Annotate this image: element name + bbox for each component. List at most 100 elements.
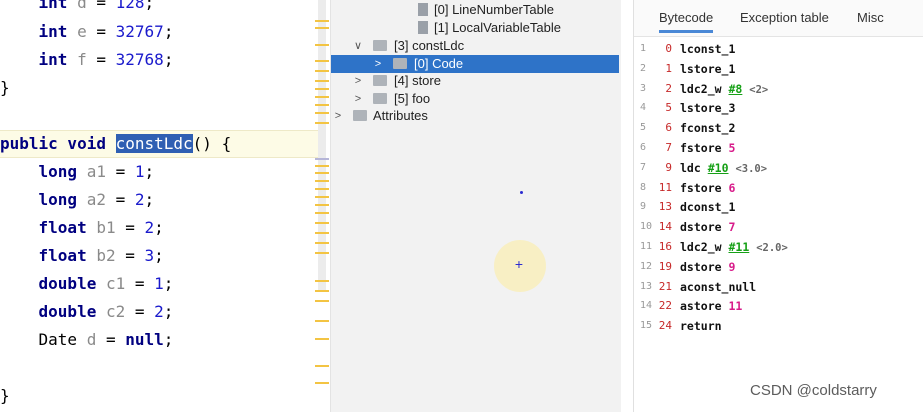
panel-tabs: Bytecode Exception table Misc	[634, 0, 923, 37]
folder-icon	[373, 93, 387, 104]
line-number: 13	[640, 280, 653, 292]
opcode: dstore	[680, 259, 722, 274]
bytecode-row[interactable]: 1 0 lconst_1	[634, 39, 923, 59]
code-line: float b2 = 3;	[38, 246, 164, 265]
folder-icon	[393, 58, 407, 69]
bytecode-row[interactable]: 10 14 dstore 7	[634, 217, 923, 237]
bytecode-instruction: ldc2_w #8 <2>	[680, 79, 768, 100]
line-number: 8	[640, 181, 647, 193]
opcode: ldc	[680, 160, 701, 175]
operand: 6	[728, 180, 736, 195]
selected-method-name[interactable]: constLdc	[115, 134, 193, 153]
bytecode-row[interactable]: 13 21 aconst_null	[634, 277, 923, 297]
watermark: CSDN @coldstarry	[750, 382, 877, 399]
class-structure-tree[interactable]: [0] LineNumberTable [1] LocalVariableTab…	[330, 0, 621, 412]
code-line: }	[0, 78, 10, 97]
bytecode-instruction: ldc #10 <3.0>	[680, 158, 767, 179]
bytecode-offset: 9	[665, 160, 672, 174]
line-number: 12	[640, 260, 653, 272]
bytecode-instruction: fstore 6	[680, 178, 735, 198]
tab-misc[interactable]: Misc	[857, 10, 884, 25]
line-number: 1	[640, 43, 647, 54]
bytecode-row[interactable]: 11 16 ldc2_w #11 <2.0>	[634, 237, 923, 257]
bytecode-row[interactable]: 4 5 lstore_3	[634, 98, 923, 118]
opcode: ldc2_w	[680, 240, 722, 254]
opcode: lconst_1	[680, 42, 736, 56]
code-line: long a1 = 1;	[38, 162, 155, 181]
editor-marker-gutter[interactable]	[312, 0, 330, 412]
line-number: 9	[640, 201, 647, 213]
bytecode-instruction: lconst_1	[680, 39, 735, 59]
chevron-right-icon[interactable]: >	[351, 90, 365, 108]
bytecode-row[interactable]: 14 22 astore 11	[634, 296, 923, 316]
opcode: aconst_null	[680, 279, 757, 294]
constant-pool-link[interactable]: #10	[708, 161, 729, 175]
operand: 7	[728, 220, 736, 235]
bytecode-row[interactable]: 9 13 dconst_1	[634, 197, 923, 217]
code-line: long a2 = 2;	[38, 190, 155, 209]
bytecode-row[interactable]: 12 19 dstore 9	[634, 257, 923, 277]
mouse-trail-dot	[520, 191, 523, 194]
chevron-right-icon[interactable]: >	[351, 72, 365, 90]
crosshair-cursor-icon: +	[514, 256, 524, 272]
constant-value-comment: <2.0>	[756, 242, 788, 254]
opcode: lstore_3	[680, 101, 736, 116]
operand: 5	[728, 141, 736, 155]
tab-bytecode[interactable]: Bytecode	[659, 10, 714, 33]
line-number: 14	[640, 300, 653, 312]
bytecode-row[interactable]: 3 2 ldc2_w #8 <2>	[634, 79, 923, 99]
chevron-right-icon[interactable]: >	[371, 55, 385, 73]
bytecode-offset: 13	[658, 200, 672, 214]
tree-item-attributes[interactable]: > Attributes	[331, 107, 619, 125]
code-line: int e = 32767;	[38, 22, 174, 41]
code-editor[interactable]: int d = 128; int e = 32767; int f = 3276…	[0, 0, 330, 412]
bytecode-offset: 5	[665, 101, 672, 115]
constant-value-comment: <3.0>	[735, 162, 768, 175]
constant-pool-link[interactable]: #11	[728, 240, 749, 254]
tree-item-foo[interactable]: > [5] foo	[331, 90, 619, 108]
bytecode-offset: 19	[658, 259, 672, 273]
operand: 9	[728, 259, 736, 274]
tree-item-line-number-table[interactable]: [0] LineNumberTable	[331, 1, 619, 19]
line-number: 7	[640, 161, 647, 173]
bytecode-offset: 16	[658, 240, 672, 253]
bytecode-instruction: fstore 5	[680, 138, 735, 158]
bytecode-row[interactable]: 2 1 lstore_1	[634, 59, 923, 79]
bytecode-offset: 7	[665, 141, 672, 154]
tree-item-code[interactable]: > [0] Code	[331, 55, 619, 73]
bytecode-row[interactable]: 8 11 fstore 6	[634, 178, 923, 198]
code-line: int d = 128;	[38, 0, 155, 12]
bytecode-offset: 6	[665, 121, 672, 135]
code-line: float b1 = 2;	[38, 218, 164, 237]
tree-item-store[interactable]: > [4] store	[331, 72, 619, 90]
constant-pool-link[interactable]: #8	[728, 82, 742, 96]
bytecode-row[interactable]: 15 24 return	[634, 316, 923, 336]
bytecode-instruction: dconst_1	[680, 197, 735, 217]
bytecode-offset: 11	[658, 180, 672, 194]
code-line: int f = 32768;	[38, 50, 174, 69]
opcode: ldc2_w	[680, 81, 722, 96]
chevron-right-icon[interactable]: >	[331, 107, 345, 125]
bytecode-row[interactable]: 7 9 ldc #10 <3.0>	[634, 158, 923, 178]
bytecode-offset: 0	[665, 42, 672, 55]
opcode: fstore	[680, 141, 722, 155]
code-line: }	[0, 386, 10, 405]
line-number: 15	[640, 320, 653, 332]
line-number: 11	[640, 241, 653, 252]
opcode: astore	[680, 299, 722, 314]
tree-item-local-variable-table[interactable]: [1] LocalVariableTable	[331, 19, 619, 37]
opcode: fconst_2	[680, 121, 736, 136]
method-signature-line: public void constLdc() {	[0, 130, 318, 158]
bytecode-instruction: dstore 9	[680, 257, 735, 277]
tab-exception-table[interactable]: Exception table	[740, 10, 829, 25]
bytecode-instruction: return	[680, 316, 722, 336]
bytecode-panel: Bytecode Exception table Misc 1 0 lconst_1…	[633, 0, 923, 412]
opcode: lstore_1	[680, 61, 736, 76]
chevron-down-icon[interactable]: ∨	[351, 37, 365, 55]
tree-item-constldc[interactable]: ∨ [3] constLdc	[331, 37, 619, 55]
bytecode-offset: 24	[658, 319, 672, 333]
bytecode-instruction: dstore 7	[680, 217, 735, 237]
bytecode-instruction: ldc2_w #11 <2.0>	[680, 237, 788, 258]
bytecode-row[interactable]: 6 7 fstore 5	[634, 138, 923, 158]
bytecode-row[interactable]: 5 6 fconst_2	[634, 118, 923, 138]
